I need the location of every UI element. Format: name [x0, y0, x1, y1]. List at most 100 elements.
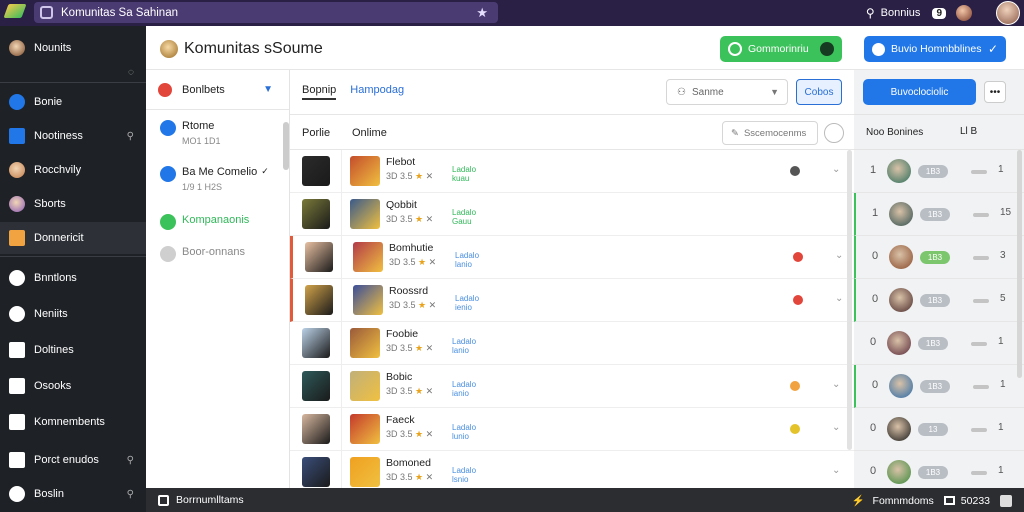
settings-icon[interactable]: ◌ [128, 67, 134, 78]
apply-button[interactable]: Cobos [796, 79, 842, 105]
sidebar-item-9[interactable]: Komnembents [0, 406, 146, 438]
profile-thumbnail[interactable] [302, 414, 330, 444]
game-thumbnail[interactable] [350, 371, 380, 401]
leaderboard-row[interactable]: 0 13 1 [854, 408, 1024, 451]
member-avatar[interactable] [889, 202, 913, 226]
blue-action-button[interactable]: Buvio Homnbblines ✓ [864, 36, 1006, 62]
sort-select[interactable]: ⚇ Sanme ▼ [666, 79, 788, 105]
member-avatar[interactable] [889, 374, 913, 398]
row-name[interactable]: Bomoned [386, 457, 431, 469]
game-thumbnail[interactable] [350, 457, 380, 487]
lightning-icon[interactable]: ⚡ [851, 494, 864, 507]
sidebar-collapse[interactable]: ◌ [0, 56, 146, 88]
filter-item-2[interactable]: Kompanaonis [160, 214, 249, 230]
chevron-icon[interactable]: ⌄ [835, 293, 843, 304]
sidebar-item-5[interactable]: Bnntlons [0, 262, 146, 294]
game-thumbnail[interactable] [353, 242, 383, 272]
game-thumbnail[interactable] [353, 285, 383, 315]
row-name[interactable]: Faeck [386, 414, 415, 426]
table-row[interactable]: Roossrd 3D 3.5 ★ ✕ Ladalo ienio ⌄ [290, 279, 854, 322]
leaderboard-row[interactable]: 0 1B3 3 [854, 236, 1024, 279]
profile-thumbnail[interactable] [302, 457, 330, 487]
more-button[interactable]: ••• [984, 81, 1006, 103]
sidebar-item-1[interactable]: Nootiness ⚲ [0, 120, 146, 152]
refresh-button[interactable] [824, 123, 844, 143]
row-name[interactable]: Roossrd [389, 285, 428, 297]
list-search-input[interactable]: ✎ Sscemocenms [722, 121, 818, 145]
search-icon[interactable]: ⚲ [127, 131, 134, 142]
account-label[interactable]: Bonnius [881, 7, 921, 19]
member-avatar[interactable] [889, 288, 913, 312]
row-name[interactable]: Flebot [386, 156, 415, 168]
table-row[interactable]: Faeck 3D 3.5 ★ ✕ Ladalo lunio ⌄ [290, 408, 854, 451]
green-action-button[interactable]: Gommorinriu [720, 36, 842, 62]
user-avatar-small[interactable] [956, 5, 972, 21]
leaderboard-row[interactable]: 1 1B3 1 [854, 150, 1024, 193]
tab-primary[interactable]: Bopnip [302, 84, 337, 100]
table-row[interactable]: Flebot 3D 3.5 ★ ✕ Ladalo kuau ⌄ [290, 150, 854, 193]
browser-tab[interactable]: Komunitas Sa Sahinan ★ [34, 2, 498, 23]
sidebar-item-2[interactable]: Rocchvily [0, 154, 146, 186]
row-name[interactable]: Bomhutie [389, 242, 433, 254]
table-row[interactable]: Foobie 3D 3.5 ★ ✕ Ladalo lanio [290, 322, 854, 365]
notification-badge[interactable]: 9 [932, 7, 946, 19]
column-header-online[interactable]: Onlime [352, 127, 387, 139]
chevron-icon[interactable]: ⌄ [832, 422, 840, 433]
right-scrollbar[interactable] [1017, 150, 1022, 378]
leaderboard-row[interactable]: 0 1B3 5 [854, 279, 1024, 322]
row-name[interactable]: Foobie [386, 328, 418, 340]
sidebar-item-3[interactable]: Sborts [0, 188, 146, 220]
leaderboard-row[interactable]: 1 1B3 15 [854, 193, 1024, 236]
profile-thumbnail[interactable] [305, 285, 333, 315]
right-action-button[interactable]: Buvoclociolic [863, 79, 976, 105]
game-thumbnail[interactable] [350, 199, 380, 229]
game-thumbnail[interactable] [350, 414, 380, 444]
sidebar-item-0[interactable]: Bonie [0, 86, 146, 118]
tab-secondary[interactable]: Hampodag [350, 84, 404, 100]
sidebar-item-11[interactable]: Boslin ⚲ [0, 478, 146, 510]
member-avatar[interactable] [887, 417, 911, 441]
user-avatar[interactable] [996, 1, 1020, 25]
sidebar-item-7[interactable]: Doltines [0, 334, 146, 366]
filter-item-1[interactable]: Ba Me Comelio 1/9 1 H2S ✓ [160, 166, 269, 192]
sidebar-item-10[interactable]: Porct enudos ⚲ [0, 444, 146, 476]
member-avatar[interactable] [887, 159, 911, 183]
chevron-icon[interactable]: ⌄ [832, 164, 840, 175]
search-icon[interactable]: ⚲ [866, 6, 875, 20]
profile-thumbnail[interactable] [305, 242, 333, 272]
row-name[interactable]: Bobic [386, 371, 412, 383]
profile-thumbnail[interactable] [302, 371, 330, 401]
sidebar-item-8[interactable]: Osooks [0, 370, 146, 402]
search-icon[interactable]: ⚲ [127, 489, 134, 500]
sidebar-item-4[interactable]: Donnericit [0, 222, 146, 254]
window-icon[interactable] [1000, 494, 1012, 507]
right-column-sort[interactable]: Ll B [960, 126, 977, 137]
search-icon[interactable]: ⚲ [127, 455, 134, 466]
filter-item-3[interactable]: Boor-onnans [160, 246, 245, 262]
column-header-profile[interactable]: Porlie [302, 127, 330, 139]
chevron-icon[interactable]: ⌄ [832, 379, 840, 390]
member-avatar[interactable] [887, 460, 911, 484]
game-thumbnail[interactable] [350, 156, 380, 186]
leaderboard-row[interactable]: 0 1B3 1 [854, 365, 1024, 408]
leaderboard-row[interactable]: 0 1B3 1 [854, 322, 1024, 365]
star-icon[interactable]: ★ [476, 5, 488, 21]
bottom-left[interactable]: Borrnumlltams [158, 494, 244, 506]
filter-dropdown[interactable]: Bonlbets ▼ [146, 70, 289, 110]
filter-scrollbar[interactable] [283, 122, 289, 170]
table-row[interactable]: Bomhutie 3D 3.5 ★ ✕ Ladalo lanio ⌄ [290, 236, 854, 279]
game-thumbnail[interactable] [350, 328, 380, 358]
table-row[interactable]: Qobbit 3D 3.5 ★ ✕ Ladalo Gauu [290, 193, 854, 236]
filter-item-0[interactable]: Rtome MO1 1D1 [160, 120, 221, 146]
profile-thumbnail[interactable] [302, 156, 330, 186]
row-name[interactable]: Qobbit [386, 199, 417, 211]
chevron-icon[interactable]: ⌄ [832, 465, 840, 476]
member-avatar[interactable] [887, 331, 911, 355]
chevron-icon[interactable]: ⌄ [835, 250, 843, 261]
table-row[interactable]: Bobic 3D 3.5 ★ ✕ Ladalo ianio ⌄ [290, 365, 854, 408]
profile-thumbnail[interactable] [302, 328, 330, 358]
sidebar-item-6[interactable]: Neniits [0, 298, 146, 330]
member-avatar[interactable] [889, 245, 913, 269]
bottom-right-label[interactable]: Fomnmdoms [873, 495, 934, 507]
list-scrollbar[interactable] [847, 150, 852, 450]
